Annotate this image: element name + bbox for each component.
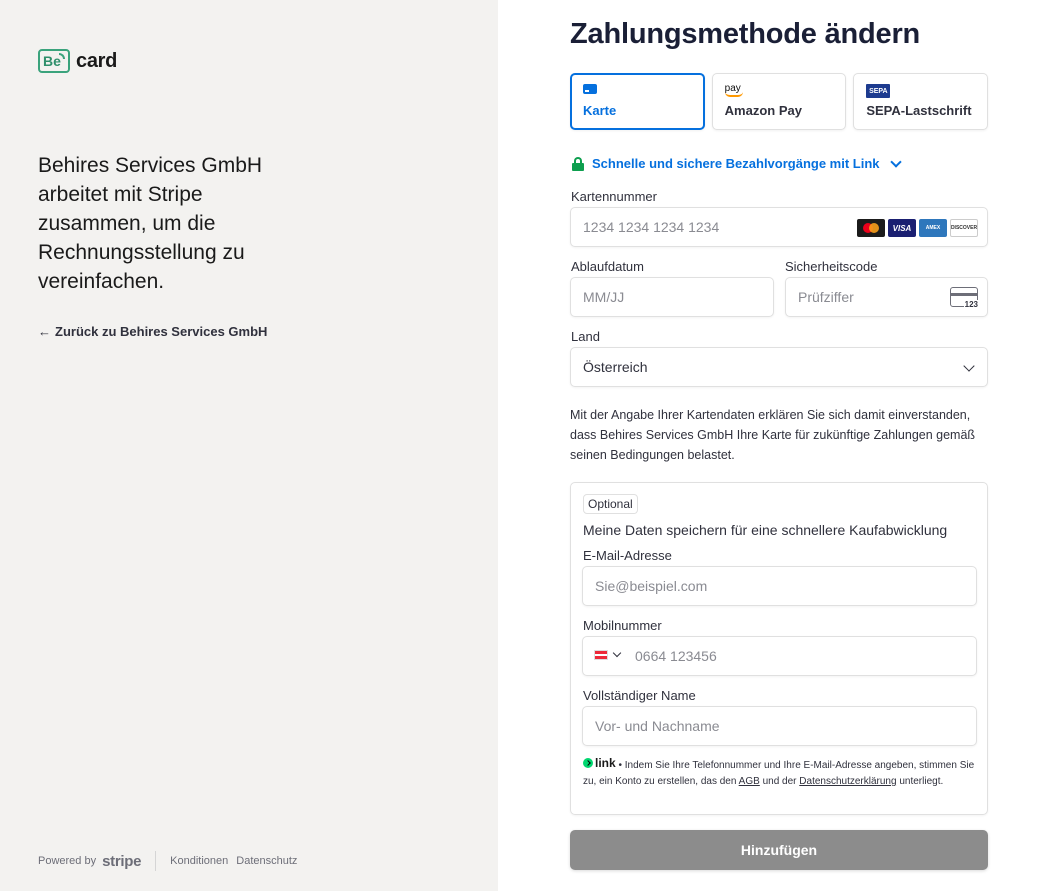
powered-by-text: Powered by	[38, 855, 97, 867]
amex-icon: AMEX	[919, 219, 947, 237]
name-label: Vollständiger Name	[583, 688, 696, 703]
expiry-label: Ablaufdatum	[571, 259, 644, 274]
payment-method-tabs: Karte pay Amazon Pay SEPA SEPA-Lastschri…	[570, 73, 989, 130]
terms-link[interactable]: Konditionen	[170, 855, 228, 867]
link-signup-box: Optional Meine Daten speichern für eine …	[570, 482, 988, 815]
footer-divider	[155, 851, 157, 871]
austria-flag-icon[interactable]	[594, 650, 608, 660]
country-value: Österreich	[583, 359, 648, 375]
optional-badge: Optional	[583, 494, 638, 514]
tab-amazon-pay-label: Amazon Pay	[724, 103, 802, 118]
card-brands: VISA AMEX DISCOVER	[857, 219, 978, 237]
page-title: Zahlungsmethode ändern	[570, 18, 921, 50]
privacy-link[interactable]: Datenschutz	[236, 855, 297, 867]
agb-link[interactable]: AGB	[739, 776, 760, 787]
cvc-card-icon: 123	[950, 287, 979, 309]
brand-badge: Be	[38, 49, 70, 73]
back-link[interactable]: ← Zurück zu Behires Services GmbH	[38, 324, 267, 339]
merchant-description: Behires Services GmbH arbeitet mit Strip…	[38, 154, 263, 293]
amazon-pay-icon: pay	[724, 84, 747, 97]
tab-amazon-pay[interactable]: pay Amazon Pay	[711, 73, 847, 130]
brand-logo: Be card	[38, 49, 117, 73]
arrow-left-icon: ←	[38, 324, 51, 339]
tab-card[interactable]: Karte	[570, 73, 705, 130]
link-icon	[583, 758, 593, 768]
discover-icon: DISCOVER	[950, 219, 978, 237]
chevron-down-icon	[889, 155, 902, 168]
link-prompt-text: Schnelle und sichere Bezahlvorgänge mit …	[592, 156, 880, 171]
full-name-field[interactable]	[582, 706, 977, 746]
link-legal-text: link • Indem Sie Ihre Telefonnummer und …	[583, 755, 983, 790]
link-logo: link	[583, 755, 616, 771]
mastercard-icon	[857, 219, 885, 237]
save-info-text: Meine Daten speichern für eine schneller…	[583, 522, 948, 538]
legal-text-mid: und der	[759, 776, 800, 787]
card-icon	[583, 84, 597, 94]
link-express-toggle[interactable]: Schnelle und sichere Bezahlvorgänge mit …	[572, 155, 902, 171]
consent-text: Mit der Angabe Ihrer Kartendaten erkläre…	[570, 408, 976, 462]
card-number-label: Kartennummer	[571, 189, 657, 204]
brand-wordmark: card	[76, 49, 118, 72]
back-link-label: Zurück zu Behires Services GmbH	[55, 324, 268, 339]
sepa-icon: SEPA	[866, 84, 891, 98]
tab-card-label: Karte	[583, 103, 617, 118]
legal-text-post: unterliegt.	[896, 776, 944, 787]
expiry-input[interactable]	[570, 277, 774, 317]
chevron-down-icon	[963, 360, 975, 372]
visa-icon: VISA	[888, 219, 916, 237]
phone-field[interactable]	[582, 636, 977, 676]
email-field[interactable]	[582, 566, 977, 606]
country-select[interactable]: Österreich	[570, 347, 988, 387]
add-button[interactable]: Hinzufügen	[570, 830, 988, 870]
lock-icon	[572, 156, 584, 171]
tab-sepa-label: SEPA-Lastschrift	[866, 103, 972, 118]
tab-sepa[interactable]: SEPA SEPA-Lastschrift	[853, 73, 989, 130]
stripe-logo[interactable]: stripe	[102, 853, 141, 870]
footer: Powered by stripe Konditionen Datenschut…	[38, 851, 305, 871]
cvc-label: Sicherheitscode	[785, 259, 878, 274]
phone-label: Mobilnummer	[583, 618, 662, 633]
country-label: Land	[571, 329, 600, 344]
merchant-panel: Be card Behires Services GmbH arbeitet m…	[0, 0, 498, 891]
email-label: E-Mail-Adresse	[583, 548, 672, 563]
privacy-policy-link[interactable]: Datenschutzerklärung	[799, 776, 896, 787]
